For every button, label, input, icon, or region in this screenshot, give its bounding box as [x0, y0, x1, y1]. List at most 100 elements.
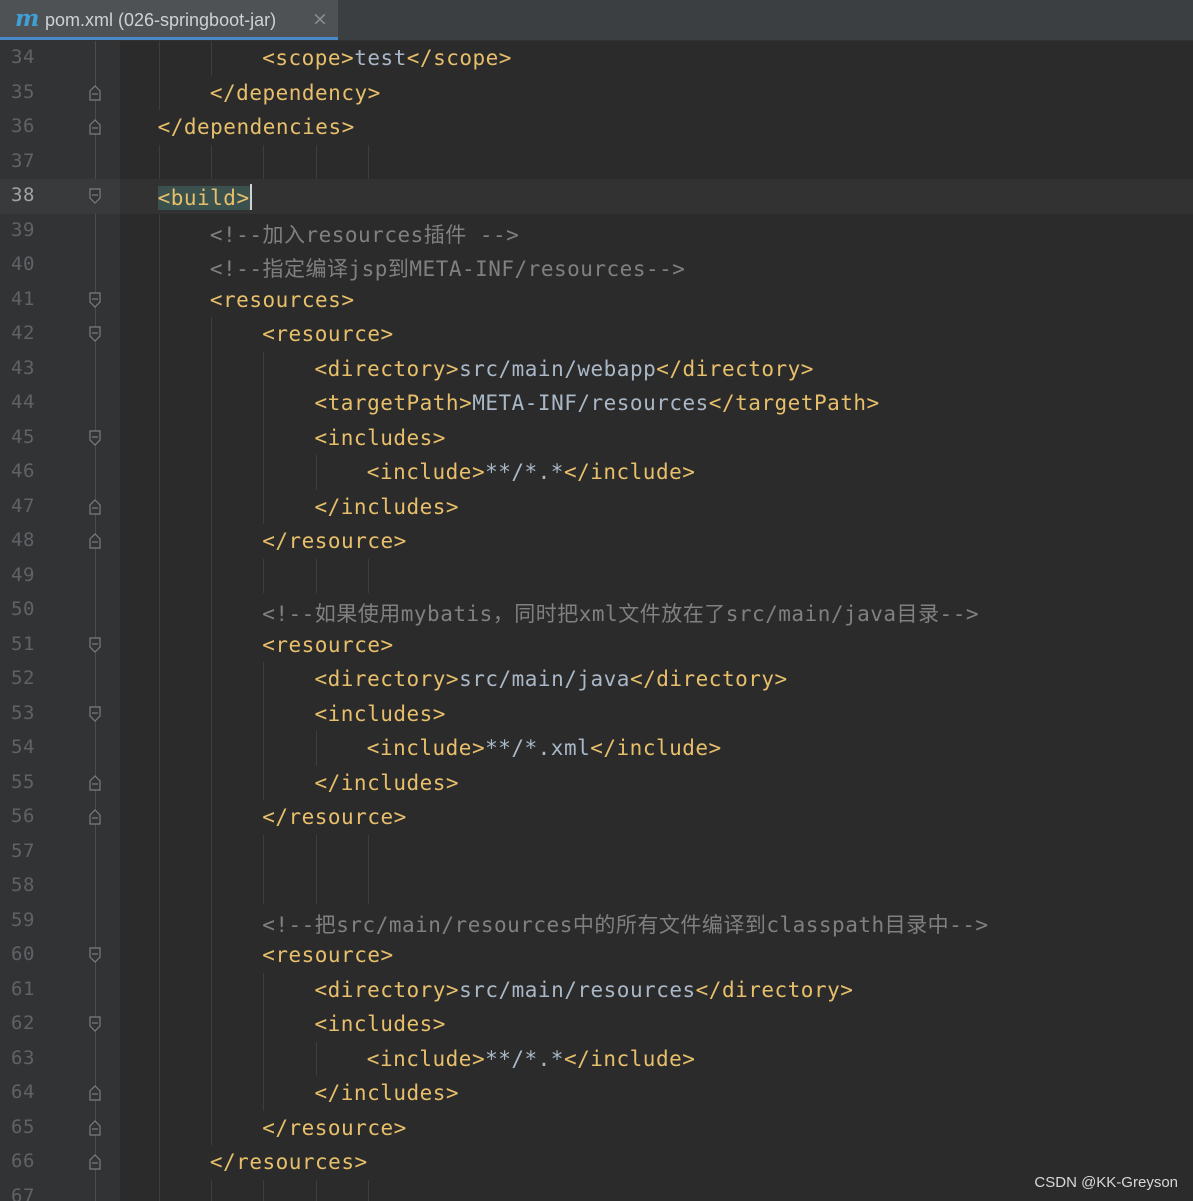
xml-tag: <resource> [262, 943, 394, 967]
line-number: 45 [11, 425, 35, 448]
fold-collapse-icon[interactable] [89, 1016, 101, 1032]
gutter-cell: 37 [0, 145, 120, 180]
fold-end-icon[interactable] [89, 498, 101, 515]
code-line[interactable]: 48 </resource> [0, 524, 1193, 559]
code-line[interactable]: 61 <directory>src/main/resources</directo… [0, 973, 1193, 1008]
code-line[interactable]: 62 <includes> [0, 1007, 1193, 1042]
xml-text: META-INF/resources [472, 391, 709, 415]
indent-guide [158, 41, 160, 110]
code-line[interactable]: 43 <directory>src/main/webapp</directory> [0, 352, 1193, 387]
code-line[interactable]: 44 <targetPath>META-INF/resources</target… [0, 386, 1193, 421]
code-line[interactable]: 64 </includes> [0, 1076, 1193, 1111]
code-text: <build> [157, 184, 252, 210]
indent-guide [367, 1179, 369, 1201]
fold-collapse-icon[interactable] [89, 429, 101, 446]
code-line[interactable]: 50 <!--如果使用mybatis，同时把xml文件放在了src/main/ja… [0, 593, 1193, 628]
line-number: 49 [11, 563, 35, 586]
gutter-cell: 56 [0, 800, 120, 835]
tab-pom-xml[interactable]: m pom.xml (026-springboot-jar) × [0, 0, 338, 40]
indent-guide [210, 1179, 212, 1201]
gutter-cell: 66 [0, 1145, 120, 1180]
code-line[interactable]: 46 <include>**/*.*</include> [0, 455, 1193, 490]
fold-collapse-icon[interactable] [89, 326, 101, 342]
code-line[interactable]: 36 </dependencies> [0, 110, 1193, 145]
code-line[interactable]: 47 </includes> [0, 490, 1193, 525]
code-line[interactable]: 54 <include>**/*.xml</include> [0, 731, 1193, 766]
line-number: 64 [11, 1081, 35, 1103]
code-line[interactable]: 41 <resources> [0, 283, 1193, 318]
code-text: <!--如果使用mybatis，同时把xml文件放在了src/main/java… [262, 598, 979, 628]
code-line[interactable]: 38 <build> [0, 179, 1193, 214]
gutter-cell: 55 [0, 766, 120, 801]
fold-end-icon[interactable] [89, 533, 101, 549]
code-line[interactable]: 57 [0, 835, 1193, 870]
code-line[interactable]: 39 <!--加入resources插件 --> [0, 214, 1193, 249]
maven-icon: m [15, 5, 40, 32]
fold-collapse-icon[interactable] [89, 188, 101, 204]
code-editor[interactable]: 34 <scope>test</scope> 35 </dependency> 36 </… [0, 41, 1193, 1201]
gutter-cell: 62 [0, 1007, 120, 1042]
line-number: 60 [11, 943, 35, 965]
code-line[interactable]: 59 <!--把src/main/resources中的所有文件编译到classp… [0, 904, 1193, 939]
xml-tag: <targetPath> [314, 391, 473, 415]
code-line[interactable]: 58 [0, 869, 1193, 904]
code-text: <scope>test</scope> [262, 46, 512, 70]
indent-guide [367, 834, 369, 904]
gutter-cell: 45 [0, 421, 120, 456]
gutter-cell: 42 [0, 317, 120, 352]
indent-guide [158, 213, 160, 1201]
code-text: </resource> [262, 1116, 407, 1140]
code-text: </includes> [315, 771, 460, 795]
fold-end-icon[interactable] [89, 1085, 101, 1101]
fold-end-icon[interactable] [89, 809, 101, 825]
line-number: 59 [11, 908, 35, 931]
code-text: </resources> [210, 1150, 368, 1174]
xml-text: **/*.xml [485, 736, 591, 760]
line-number: 53 [11, 701, 35, 724]
code-line[interactable]: 60 <resource> [0, 938, 1193, 973]
xml-comment: <!--加入resources插件 --> [209, 222, 520, 247]
xml-tag: <directory> [314, 356, 460, 381]
fold-collapse-icon[interactable] [89, 705, 101, 722]
xml-tag: </resource> [262, 805, 407, 829]
code-line[interactable]: 34 <scope>test</scope> [0, 41, 1193, 76]
tab-title: pom.xml (026-springboot-jar) [45, 10, 277, 30]
line-number: 65 [11, 1115, 35, 1138]
indent-guide [315, 144, 317, 179]
code-line[interactable]: 67 [0, 1180, 1193, 1201]
gutter-cell: 36 [0, 110, 120, 145]
xml-tag: </includes> [314, 1081, 460, 1105]
code-line[interactable]: 65 </resource> [0, 1111, 1193, 1146]
close-icon[interactable]: × [312, 8, 328, 30]
fold-end-icon[interactable] [89, 119, 101, 135]
code-text: </resource> [262, 805, 407, 829]
code-line[interactable]: 56 </resource> [0, 800, 1193, 835]
gutter-cell: 67 [0, 1180, 120, 1201]
code-line[interactable]: 42 <resource> [0, 317, 1193, 352]
xml-tag: <resource> [262, 322, 394, 346]
fold-end-icon[interactable] [89, 774, 101, 791]
gutter-cell: 61 [0, 973, 120, 1008]
code-line[interactable]: 45 <includes> [0, 421, 1193, 456]
gutter-cell: 52 [0, 662, 120, 697]
code-line[interactable]: 63 <include>**/*.*</include> [0, 1042, 1193, 1077]
indent-guide [263, 662, 265, 800]
fold-end-icon[interactable] [89, 1154, 101, 1170]
code-line[interactable]: 51 <resource> [0, 628, 1193, 663]
fold-collapse-icon[interactable] [89, 291, 101, 308]
fold-end-icon[interactable] [89, 1119, 101, 1136]
xml-tag: </dependencies> [157, 115, 355, 139]
code-line[interactable]: 52 <directory>src/main/java</directory> [0, 662, 1193, 697]
code-line[interactable]: 37 [0, 145, 1193, 180]
code-line[interactable]: 35 </dependency> [0, 76, 1193, 111]
code-line[interactable]: 66 </resources> [0, 1145, 1193, 1180]
fold-collapse-icon[interactable] [89, 636, 101, 653]
fold-end-icon[interactable] [89, 84, 101, 101]
code-line[interactable]: 53 <includes> [0, 697, 1193, 732]
code-line[interactable]: 49 [0, 559, 1193, 594]
code-line[interactable]: 55 </includes> [0, 766, 1193, 801]
fold-collapse-icon[interactable] [89, 947, 101, 963]
code-line[interactable]: 40 <!--指定编译jsp到META-INF/resources--> [0, 248, 1193, 283]
xml-tag: </dependency> [209, 80, 381, 105]
line-number: 42 [11, 322, 35, 344]
